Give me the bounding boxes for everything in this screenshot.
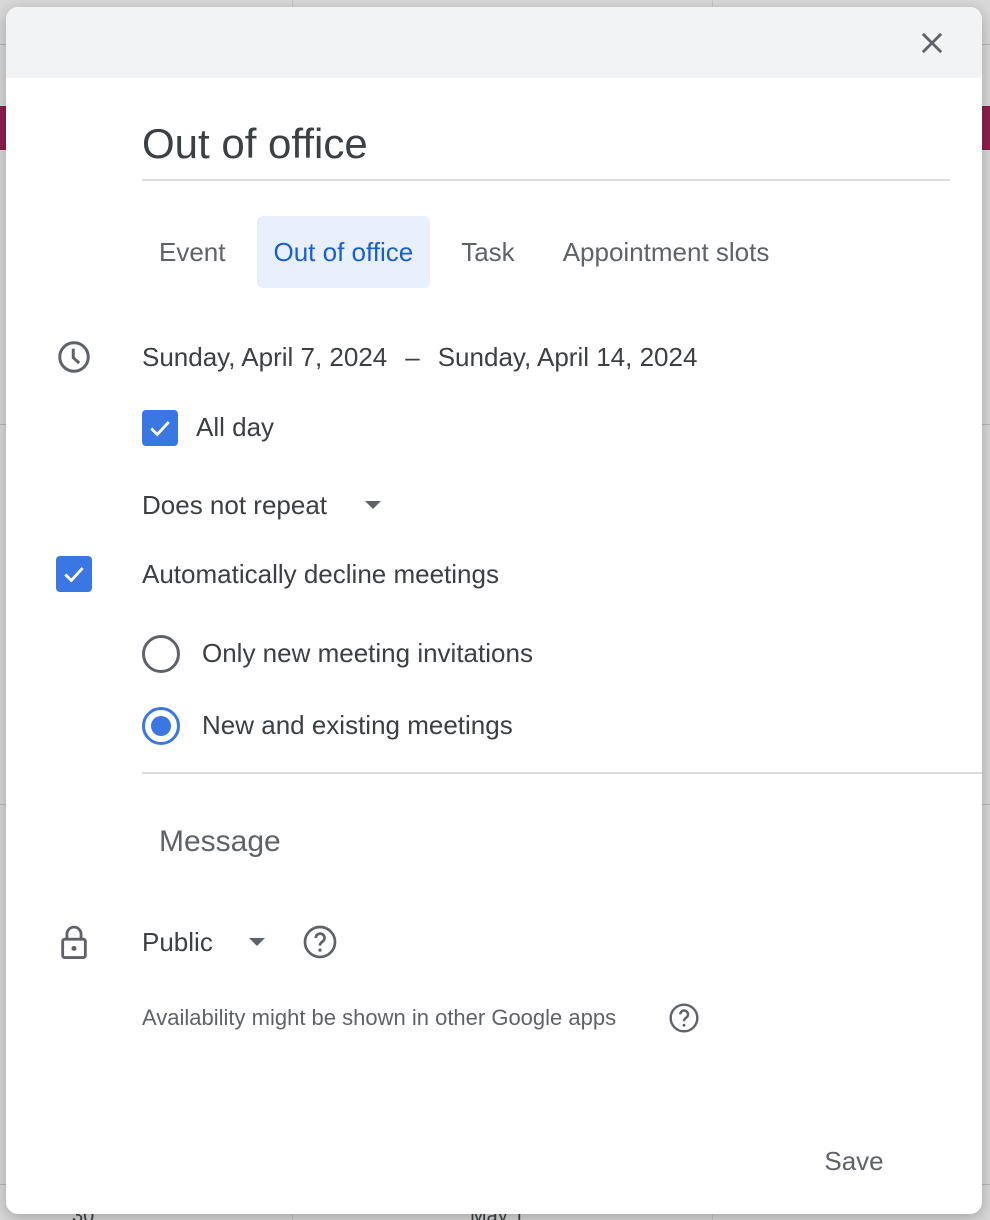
event-type-tabs: Event Out of office Task Appointment slo… [142,216,800,288]
radio-only-new-invitations[interactable] [142,635,180,673]
availability-note: Availability might be shown in other Goo… [142,1005,617,1030]
visibility-value: Public [142,926,213,957]
section-divider [142,772,982,774]
date-range: Sunday, April 7, 2024 – Sunday, April 14… [142,337,697,377]
dialog-header [6,7,982,78]
message-input[interactable] [142,817,922,867]
repeat-value: Does not repeat [142,489,328,520]
visibility-dropdown[interactable]: Public [142,922,265,962]
tab-out-of-office[interactable]: Out of office [256,216,431,288]
radio-new-and-existing[interactable] [142,707,180,745]
close-icon [921,32,943,54]
help-icon [303,925,337,959]
auto-decline-label: Automatically decline meetings [142,559,499,589]
auto-decline-checkbox[interactable] [56,556,92,592]
radio-selected-dot [151,716,171,736]
radio-label-only-new: Only new meeting invitations [202,638,533,668]
help-icon [669,1003,699,1033]
availability-help-button[interactable] [668,1002,700,1039]
clock-icon [54,337,94,377]
checkmark-icon [64,567,84,583]
save-button[interactable]: Save [804,1137,904,1185]
date-separator: – [405,341,420,372]
tab-task[interactable]: Task [444,216,531,288]
lock-icon [54,922,94,962]
title-input[interactable] [142,119,950,181]
end-date-button[interactable]: Sunday, April 14, 2024 [438,342,698,373]
start-date-button[interactable]: Sunday, April 7, 2024 [142,342,387,373]
out-of-office-dialog: Event Out of office Task Appointment slo… [6,7,982,1214]
repeat-dropdown[interactable]: Does not repeat [142,485,382,525]
visibility-help-button[interactable] [302,924,338,965]
dropdown-arrow-icon [248,938,265,946]
all-day-checkbox[interactable] [142,410,178,446]
dropdown-arrow-icon [365,501,382,509]
radio-label-new-and-existing: New and existing meetings [202,710,513,740]
all-day-label: All day [196,412,275,442]
tab-appointment-slots[interactable]: Appointment slots [546,216,787,288]
checkmark-icon [150,421,170,437]
close-button[interactable] [910,21,954,65]
tab-event[interactable]: Event [142,216,243,288]
